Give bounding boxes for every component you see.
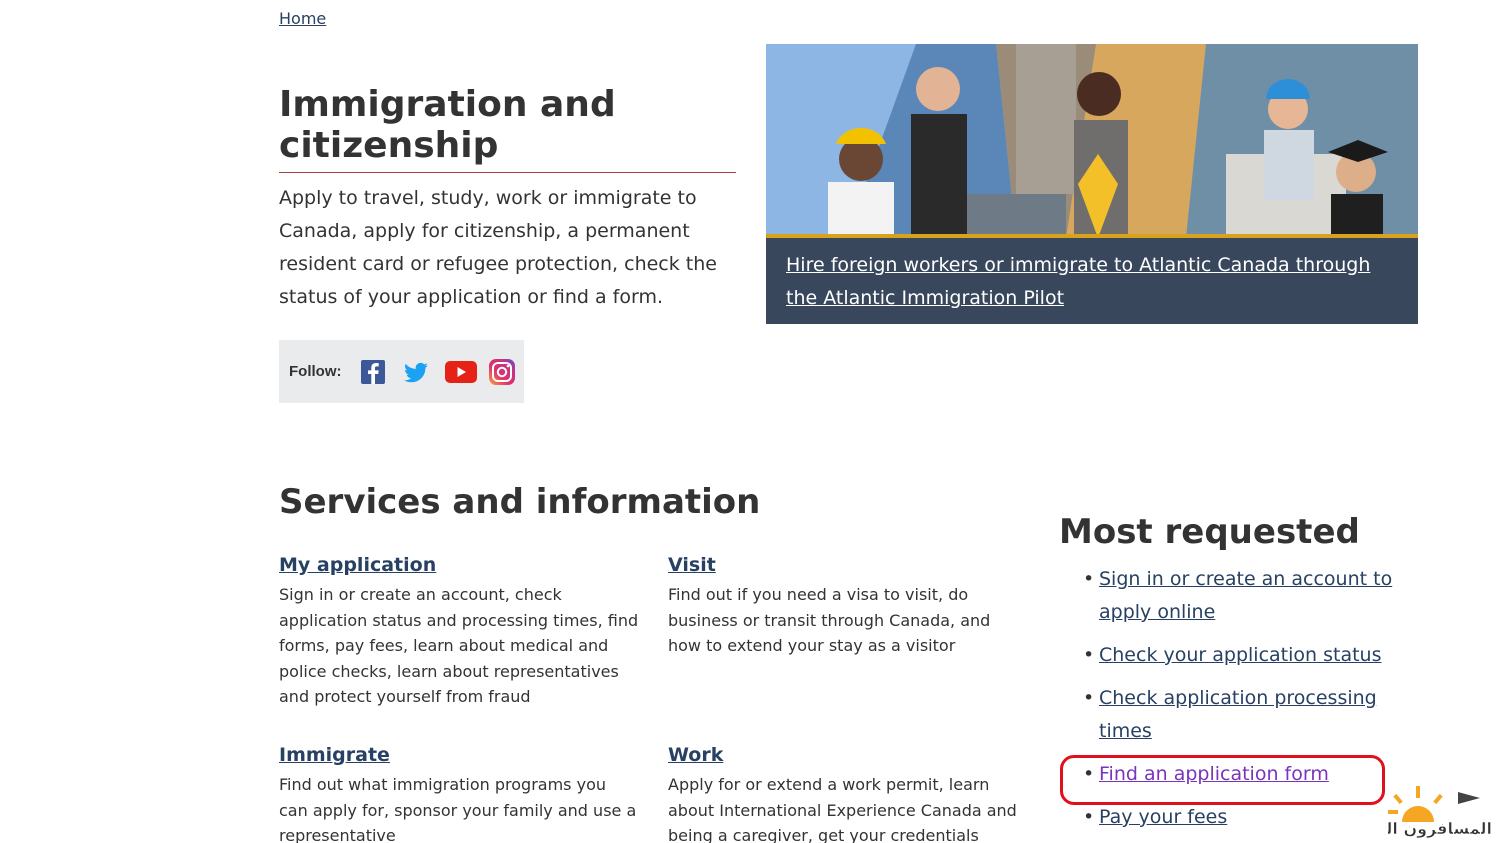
annotation-highlight-ring	[1060, 755, 1385, 805]
list-item: Check application processing times	[1083, 682, 1403, 748]
service-link-my-application[interactable]: My application	[279, 554, 436, 576]
service-desc: Find out what immigration programs you c…	[279, 775, 637, 843]
services-heading: Services and information	[279, 482, 761, 522]
service-desc: Find out if you need a visa to visit, do…	[668, 585, 991, 655]
list-item: Check your application status	[1083, 639, 1403, 672]
promo-feature: Hire foreign workers or immigrate to Atl…	[766, 44, 1418, 324]
promo-accent-bar	[766, 234, 1418, 238]
follow-label: Follow:	[289, 363, 342, 380]
service-link-work[interactable]: Work	[668, 744, 723, 766]
breadcrumb: Home	[279, 9, 326, 28]
service-immigrate: Immigrate Find out what immigration prog…	[279, 744, 639, 843]
most-requested-link-pay-fees[interactable]: Pay your fees	[1099, 806, 1227, 828]
most-requested-heading: Most requested	[1059, 512, 1360, 552]
social-follow-bar: Follow:	[279, 340, 524, 403]
intro-text: Apply to travel, study, work or immigrat…	[279, 187, 717, 308]
list-item: Pay your fees	[1083, 801, 1403, 834]
service-desc: Sign in or create an account, check appl…	[279, 585, 639, 706]
breadcrumb-home-link[interactable]: Home	[279, 9, 326, 28]
service-work: Work Apply for or extend a work permit, …	[668, 744, 1028, 843]
promo-link[interactable]: Hire foreign workers or immigrate to Atl…	[786, 254, 1370, 309]
facebook-icon[interactable]	[358, 357, 388, 387]
most-requested-link-sign-in[interactable]: Sign in or create an account to apply on…	[1099, 568, 1392, 623]
service-link-immigrate[interactable]: Immigrate	[279, 744, 390, 766]
most-requested-link-status[interactable]: Check your application status	[1099, 644, 1381, 666]
service-my-application: My application Sign in or create an acco…	[279, 554, 639, 710]
twitter-icon[interactable]	[401, 357, 431, 387]
instagram-icon[interactable]	[487, 357, 517, 387]
promo-image	[766, 44, 1418, 238]
youtube-icon[interactable]	[444, 357, 477, 387]
page-title: Immigration and citizenship	[279, 84, 736, 173]
list-item: Sign in or create an account to apply on…	[1083, 563, 1403, 629]
service-desc: Apply for or extend a work permit, learn…	[668, 775, 1017, 843]
most-requested-link-processing-times[interactable]: Check application processing times	[1099, 687, 1377, 742]
service-visit: Visit Find out if you need a visa to vis…	[668, 554, 1028, 659]
watermark-logo: المسافرون العرب	[1351, 782, 1496, 838]
watermark-text: المسافرون العرب	[1388, 819, 1492, 838]
promo-caption: Hire foreign workers or immigrate to Atl…	[786, 249, 1401, 315]
service-link-visit[interactable]: Visit	[668, 554, 716, 576]
